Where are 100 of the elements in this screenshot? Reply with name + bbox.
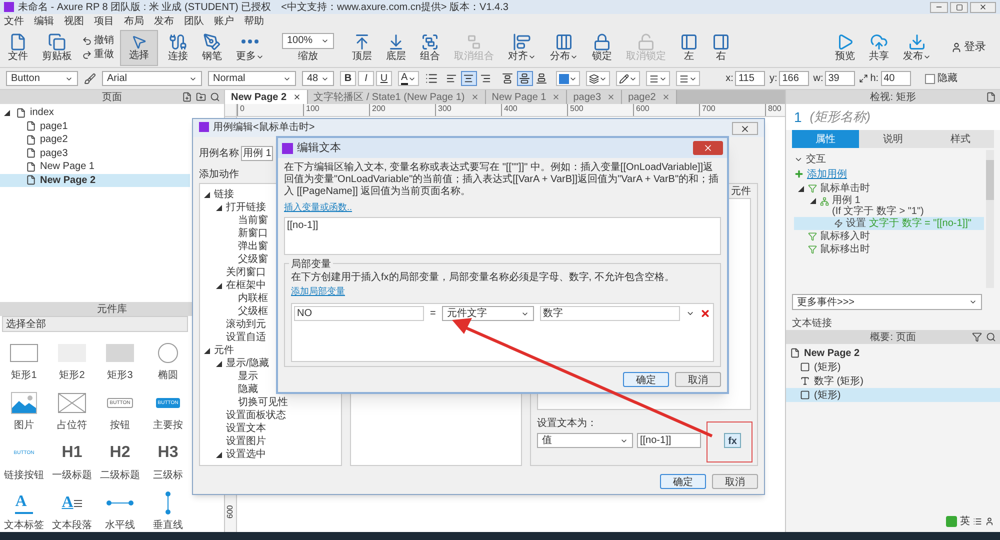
tree-item[interactable]: index	[30, 105, 54, 120]
add-page-icon[interactable]	[182, 92, 192, 102]
close-button[interactable]	[693, 141, 723, 155]
lock-ratio-icon[interactable]	[859, 74, 868, 83]
tree-item[interactable]: page1	[0, 120, 190, 133]
widget-label[interactable]: 矩形1	[11, 370, 37, 382]
event-item[interactable]: 鼠标单击时	[820, 181, 870, 196]
widget-label[interactable]: 椭圆	[158, 370, 178, 382]
document-tab[interactable]: page3	[567, 90, 622, 104]
line-style-button[interactable]	[676, 71, 700, 86]
search-icon[interactable]	[986, 332, 996, 342]
expanded-icon[interactable]	[216, 282, 222, 288]
close-button[interactable]	[970, 2, 996, 12]
tree-item[interactable]: page2	[0, 133, 190, 146]
toolbar-button[interactable]: 更多	[232, 30, 268, 66]
font-style-select[interactable]: Normal	[208, 71, 296, 86]
fill-color-button[interactable]	[556, 71, 580, 86]
bullet-list-icon[interactable]	[424, 72, 438, 85]
expanded-icon[interactable]	[204, 192, 210, 198]
delete-icon[interactable]	[700, 308, 711, 319]
action-item[interactable]: 父级窗	[238, 254, 268, 266]
input-field[interactable]: 40	[880, 71, 911, 86]
widget-label[interactable]: 占位符	[57, 420, 87, 432]
widget-name-field[interactable]: (矩形名称)	[810, 104, 1000, 130]
event-item[interactable]: 鼠标移入时	[820, 229, 870, 244]
menu-item[interactable]: 文件	[4, 14, 24, 28]
ime-mode[interactable]: 英	[960, 514, 970, 529]
valign-button[interactable]	[516, 71, 533, 86]
widget-label[interactable]: 按钮	[110, 420, 130, 432]
widget-label[interactable]: 水平线	[105, 520, 135, 532]
ime-user-icon[interactable]	[985, 517, 994, 526]
widget-label[interactable]: 主要按	[153, 420, 183, 432]
add-case-link[interactable]: 添加用例	[807, 166, 847, 182]
bold-button[interactable]: B	[340, 71, 356, 86]
maximize-button[interactable]	[950, 2, 968, 12]
library-select[interactable]: 选择全部	[2, 316, 188, 332]
tree-item[interactable]: New Page 1	[0, 160, 190, 174]
tree-item[interactable]: page3	[0, 146, 190, 160]
input-field[interactable]: 39	[825, 71, 856, 86]
action-item[interactable]: 在框架中	[226, 280, 266, 292]
input-field[interactable]: 166	[779, 71, 810, 86]
action-item[interactable]: 链接	[214, 188, 234, 200]
line-color-button[interactable]	[616, 71, 640, 86]
widget-label[interactable]: 一级标题	[52, 470, 92, 482]
expanded-icon[interactable]	[798, 186, 804, 192]
page-icon[interactable]	[986, 92, 996, 102]
document-tab[interactable]: 文字轮播区 / State1 (New Page 1)	[308, 90, 486, 104]
italic-button[interactable]: I	[358, 71, 374, 86]
tree-item[interactable]: New Page 2	[0, 174, 190, 187]
action-item[interactable]: 关闭窗口	[226, 266, 266, 278]
toolbar-button[interactable]: 文件	[4, 30, 32, 66]
toolbar-button[interactable]: 对齐	[504, 30, 540, 66]
filter-icon[interactable]	[972, 332, 982, 342]
ok-button[interactable]: 确定	[660, 474, 706, 489]
panel-tab[interactable]: 说明	[859, 130, 927, 148]
expanded-icon[interactable]	[4, 110, 10, 116]
toolbar-button[interactable]: 选择	[120, 30, 158, 66]
value-type-select[interactable]: 值	[537, 433, 633, 448]
toolbar-button[interactable]: 右	[708, 30, 734, 66]
toolbar-button[interactable]: 共享	[865, 32, 893, 62]
menu-item[interactable]: 视图	[64, 14, 84, 28]
outline-item[interactable]: (矩形)	[786, 388, 1000, 402]
menu-item[interactable]: 发布	[154, 14, 174, 28]
menu-item[interactable]: 账户	[214, 14, 234, 28]
expanded-icon[interactable]	[810, 198, 816, 204]
action-item[interactable]: 切换可见性	[238, 396, 288, 408]
action-item[interactable]: 父级框	[238, 306, 268, 318]
minimize-button[interactable]	[930, 2, 948, 12]
menu-item[interactable]: 帮助	[244, 14, 264, 28]
input-field[interactable]: 115	[735, 71, 766, 86]
action-item[interactable]: 隐藏	[238, 384, 258, 396]
text-area[interactable]: [[no-1]]	[284, 217, 721, 255]
action-item[interactable]: 显示	[238, 370, 258, 382]
document-tab[interactable]: New Page 2	[225, 90, 308, 104]
document-tab[interactable]: page2	[622, 90, 677, 104]
toolbar-button[interactable]: 连接	[164, 30, 192, 66]
case-item[interactable]: 用例 1	[832, 195, 924, 206]
fx-button[interactable]: fx	[724, 433, 741, 448]
action-item[interactable]: 设置选中	[226, 448, 266, 460]
widget-label[interactable]: 三级标	[153, 470, 183, 482]
widget-label[interactable]: 二级标题	[100, 470, 140, 482]
outline-item[interactable]: New Page 2	[804, 346, 860, 360]
font-size-select[interactable]: 48	[302, 71, 334, 86]
expanded-icon[interactable]	[204, 348, 210, 354]
action-item[interactable]: 设置文本	[226, 422, 266, 434]
widget-type-select[interactable]: Button	[6, 71, 78, 86]
font-select[interactable]: Arial	[102, 71, 202, 86]
expanded-icon[interactable]	[216, 204, 222, 210]
cancel-button[interactable]: 取消	[675, 372, 721, 387]
action-item[interactable]: 元件	[214, 344, 234, 356]
ok-button[interactable]: 确定	[623, 372, 669, 387]
shadow-button[interactable]	[586, 71, 610, 86]
value-field[interactable]: [[no-1]]	[637, 433, 701, 448]
more-events-select[interactable]: 更多事件>>>	[792, 294, 982, 310]
toolbar-button[interactable]: 钢笔	[198, 30, 226, 66]
action-item[interactable]: 弹出窗	[238, 240, 268, 252]
login-button[interactable]: 登录	[951, 39, 986, 56]
insert-link[interactable]: 插入变量或函数..	[284, 202, 352, 213]
toolbar-button[interactable]: 左	[676, 30, 702, 66]
outline-item[interactable]: 数字 (矩形)	[786, 374, 1000, 388]
